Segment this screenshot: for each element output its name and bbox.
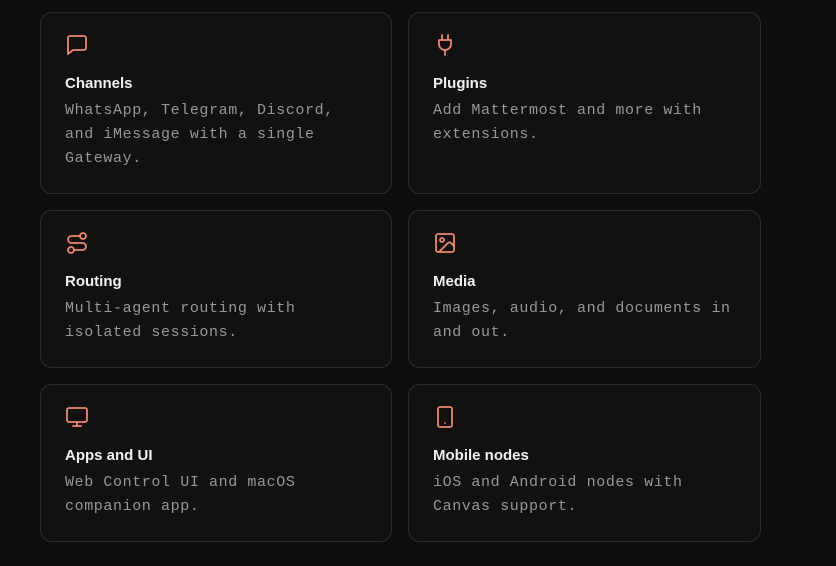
feature-card-media[interactable]: Media Images, audio, and documents in an…	[408, 210, 761, 368]
feature-card-routing[interactable]: Routing Multi-agent routing with isolate…	[40, 210, 392, 368]
feature-title: Mobile nodes	[433, 447, 529, 464]
feature-description: iOS and Android nodes with Canvas suppor…	[433, 474, 683, 515]
feature-grid: Channels WhatsApp, Telegram, Discord, an…	[40, 12, 761, 542]
feature-title: Plugins	[433, 75, 488, 92]
feature-title: Apps and UI	[65, 447, 153, 464]
feature-card-mobile-nodes[interactable]: Mobile nodes iOS and Android nodes with …	[408, 384, 761, 542]
feature-title: Channels	[65, 75, 133, 92]
smartphone-icon	[433, 405, 457, 429]
feature-description: Images, audio, and documents in and out.	[433, 300, 731, 341]
message-square-icon	[65, 33, 89, 57]
feature-description: Web Control UI and macOS companion app.	[65, 474, 296, 515]
image-icon	[433, 231, 457, 255]
feature-card-apps-and-ui[interactable]: Apps and UI Web Control UI and macOS com…	[40, 384, 392, 542]
feature-card-plugins[interactable]: Plugins Add Mattermost and more with ext…	[408, 12, 761, 194]
feature-description: Add Mattermost and more with extensions.	[433, 102, 702, 143]
monitor-icon	[65, 405, 89, 429]
feature-title: Media	[433, 273, 476, 290]
feature-title: Routing	[65, 273, 122, 290]
feature-description: Multi-agent routing with isolated sessio…	[65, 300, 296, 341]
route-icon	[65, 231, 89, 255]
feature-description: WhatsApp, Telegram, Discord, and iMessag…	[65, 102, 334, 167]
plug-icon	[433, 33, 457, 57]
feature-card-channels[interactable]: Channels WhatsApp, Telegram, Discord, an…	[40, 12, 392, 194]
